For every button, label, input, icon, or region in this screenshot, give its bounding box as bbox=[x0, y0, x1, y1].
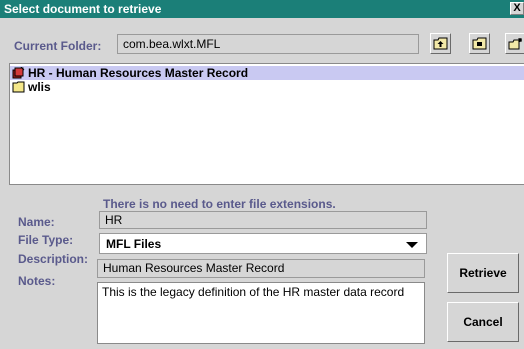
file-item-label: wlis bbox=[28, 80, 51, 94]
new-folder-button[interactable] bbox=[505, 33, 524, 54]
current-folder-label: Current Folder: bbox=[14, 39, 102, 53]
filetype-value: MFL Files bbox=[106, 237, 162, 251]
filetype-label: File Type: bbox=[18, 233, 74, 247]
extension-hint: There is no need to enter file extension… bbox=[103, 197, 336, 211]
folder-icon bbox=[12, 81, 26, 96]
name-label: Name: bbox=[18, 215, 55, 229]
document-icon bbox=[12, 66, 25, 82]
filetype-select[interactable]: MFL Files bbox=[99, 233, 427, 254]
name-field[interactable]: HR bbox=[99, 211, 427, 229]
chevron-down-icon bbox=[406, 242, 418, 248]
description-label: Description: bbox=[18, 252, 89, 266]
window-title: Select document to retrieve bbox=[4, 2, 162, 16]
notes-label: Notes: bbox=[18, 274, 56, 288]
folder-home-icon bbox=[472, 37, 487, 50]
file-item-hr[interactable]: HR - Human Resources Master Record bbox=[10, 66, 524, 80]
current-folder-field[interactable]: com.bea.wlxt.MFL bbox=[117, 34, 419, 54]
notes-textarea[interactable]: This is the legacy definition of the HR … bbox=[97, 282, 425, 344]
file-item-label: HR - Human Resources Master Record bbox=[28, 66, 249, 80]
folder-up-icon bbox=[433, 37, 448, 50]
cancel-button[interactable]: Cancel bbox=[447, 302, 519, 342]
retrieve-button[interactable]: Retrieve bbox=[447, 253, 519, 293]
close-button[interactable]: X bbox=[510, 2, 524, 15]
retrieve-dialog: Select document to retrieve X Current Fo… bbox=[0, 0, 524, 349]
folder-up-button[interactable] bbox=[430, 33, 451, 54]
folder-home-button[interactable] bbox=[469, 33, 490, 54]
file-list[interactable]: HR - Human Resources Master Record wlis bbox=[9, 63, 524, 185]
new-folder-icon bbox=[508, 38, 522, 50]
title-bar[interactable]: Select document to retrieve X bbox=[0, 0, 524, 18]
description-field[interactable]: Human Resources Master Record bbox=[97, 259, 425, 278]
